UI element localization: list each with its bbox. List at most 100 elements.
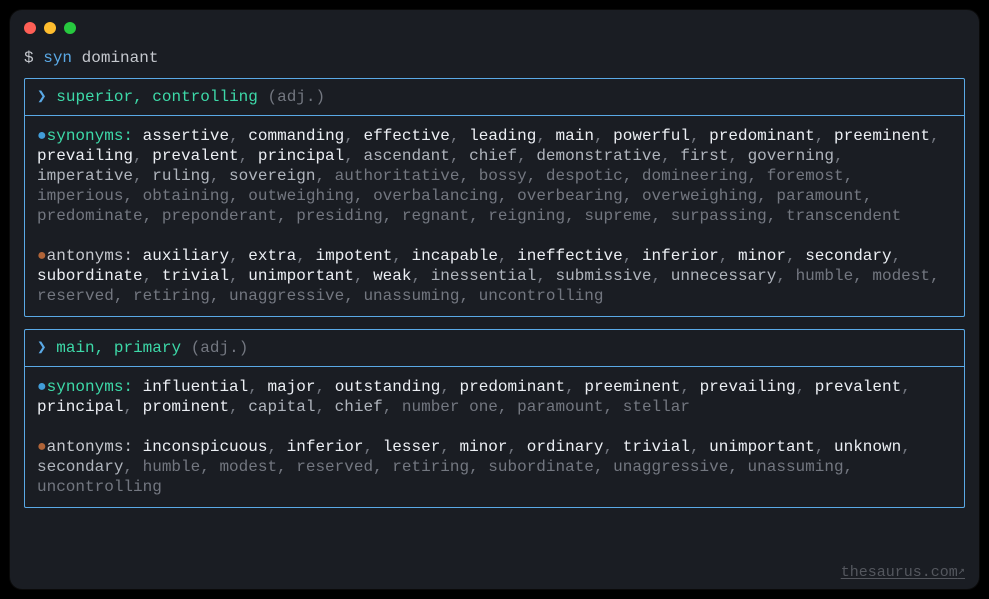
word: modest <box>872 267 930 285</box>
word: supreme <box>584 207 651 225</box>
word: retiring <box>133 287 210 305</box>
word: prevailing <box>37 147 133 165</box>
word: first <box>680 147 728 165</box>
word: secondary <box>805 247 891 265</box>
word: ascendant <box>363 147 449 165</box>
word: overbalancing <box>373 187 498 205</box>
word: predominant <box>709 127 815 145</box>
word: major <box>267 378 315 396</box>
word: reigning <box>488 207 565 225</box>
terminal-window: $ syn dominant ❯ superior, controlling (… <box>10 10 979 589</box>
word: preeminent <box>584 378 680 396</box>
command-argument: dominant <box>82 49 159 67</box>
word: unimportant <box>248 267 354 285</box>
word: modest <box>219 458 277 476</box>
window-titlebar <box>10 10 979 42</box>
word: ineffective <box>517 247 623 265</box>
word: weak <box>373 267 411 285</box>
close-button[interactable] <box>24 22 36 34</box>
word: outstanding <box>335 378 441 396</box>
word: unnecessary <box>671 267 777 285</box>
word: extra <box>248 247 296 265</box>
word: reserved <box>296 458 373 476</box>
word: imperious <box>37 187 123 205</box>
chevron-icon: ❯ <box>37 88 47 106</box>
word: preponderant <box>162 207 277 225</box>
bullet-icon: ● <box>37 378 47 396</box>
word: lesser <box>383 438 441 456</box>
word: assertive <box>143 127 229 145</box>
sense-body: ●synonyms: assertive, commanding, effect… <box>25 116 964 316</box>
word: secondary <box>37 458 123 476</box>
word: prevailing <box>700 378 796 396</box>
word: prominent <box>143 398 229 416</box>
sense-label: superior, controlling <box>56 88 258 106</box>
word: minor <box>738 247 786 265</box>
word: unimportant <box>709 438 815 456</box>
word: uncontrolling <box>479 287 604 305</box>
word: stellar <box>623 398 690 416</box>
word: submissive <box>556 267 652 285</box>
word: minor <box>460 438 508 456</box>
word: influential <box>143 378 249 396</box>
word: incapable <box>412 247 498 265</box>
sense-header: ❯ main, primary (adj.) <box>25 330 964 367</box>
word: outweighing <box>248 187 354 205</box>
sense-header: ❯ superior, controlling (adj.) <box>25 79 964 116</box>
part-of-speech: (adj.) <box>268 88 326 106</box>
antonyms-section: ●antonyms: inconspicuous, inferior, less… <box>37 437 952 497</box>
bullet-icon: ● <box>37 247 47 265</box>
word: commanding <box>248 127 344 145</box>
sense-group: ❯ superior, controlling (adj.)●synonyms:… <box>24 78 965 317</box>
attribution-link[interactable]: thesaurus.com↗ <box>841 564 965 583</box>
word: overweighing <box>642 187 757 205</box>
results-container: ❯ superior, controlling (adj.)●synonyms:… <box>24 78 965 508</box>
maximize-button[interactable] <box>64 22 76 34</box>
sense-group: ❯ main, primary (adj.)●synonyms: influen… <box>24 329 965 508</box>
external-link-icon: ↗ <box>958 564 965 578</box>
word: unaggressive <box>229 287 344 305</box>
sense-label: main, primary <box>56 339 181 357</box>
antonyms-label: antonyms: <box>47 438 133 456</box>
word: principal <box>258 147 344 165</box>
word: chief <box>469 147 517 165</box>
word: chief <box>335 398 383 416</box>
word: regnant <box>402 207 469 225</box>
word: unaggressive <box>613 458 728 476</box>
word: domineering <box>642 167 748 185</box>
word: predominant <box>460 378 566 396</box>
word: main <box>556 127 594 145</box>
bullet-icon: ● <box>37 127 47 145</box>
word: subordinate <box>37 267 143 285</box>
word: prevalent <box>152 147 238 165</box>
word: capital <box>248 398 315 416</box>
part-of-speech: (adj.) <box>191 339 249 357</box>
word: humble <box>796 267 854 285</box>
word: demonstrative <box>536 147 661 165</box>
word: paramount <box>517 398 603 416</box>
word: inconspicuous <box>143 438 268 456</box>
minimize-button[interactable] <box>44 22 56 34</box>
word: principal <box>37 398 123 416</box>
word: foremost <box>767 167 844 185</box>
word: unknown <box>834 438 901 456</box>
prompt-symbol: $ <box>24 49 34 67</box>
word: inferior <box>642 247 719 265</box>
word: imperative <box>37 167 133 185</box>
word: reserved <box>37 287 114 305</box>
bullet-icon: ● <box>37 438 47 456</box>
antonyms-section: ●antonyms: auxiliary, extra, impotent, i… <box>37 246 952 306</box>
chevron-icon: ❯ <box>37 339 47 357</box>
word: number one <box>402 398 498 416</box>
word: subordinate <box>488 458 594 476</box>
terminal-body[interactable]: $ syn dominant ❯ superior, controlling (… <box>10 42 979 528</box>
word: surpassing <box>671 207 767 225</box>
synonyms-label: synonyms: <box>47 127 133 145</box>
section-gap <box>37 226 952 246</box>
word: predominate <box>37 207 143 225</box>
prompt-line: $ syn dominant <box>24 42 965 78</box>
word: retiring <box>392 458 469 476</box>
synonyms-label: synonyms: <box>47 378 133 396</box>
word: uncontrolling <box>37 478 162 496</box>
word: impotent <box>315 247 392 265</box>
